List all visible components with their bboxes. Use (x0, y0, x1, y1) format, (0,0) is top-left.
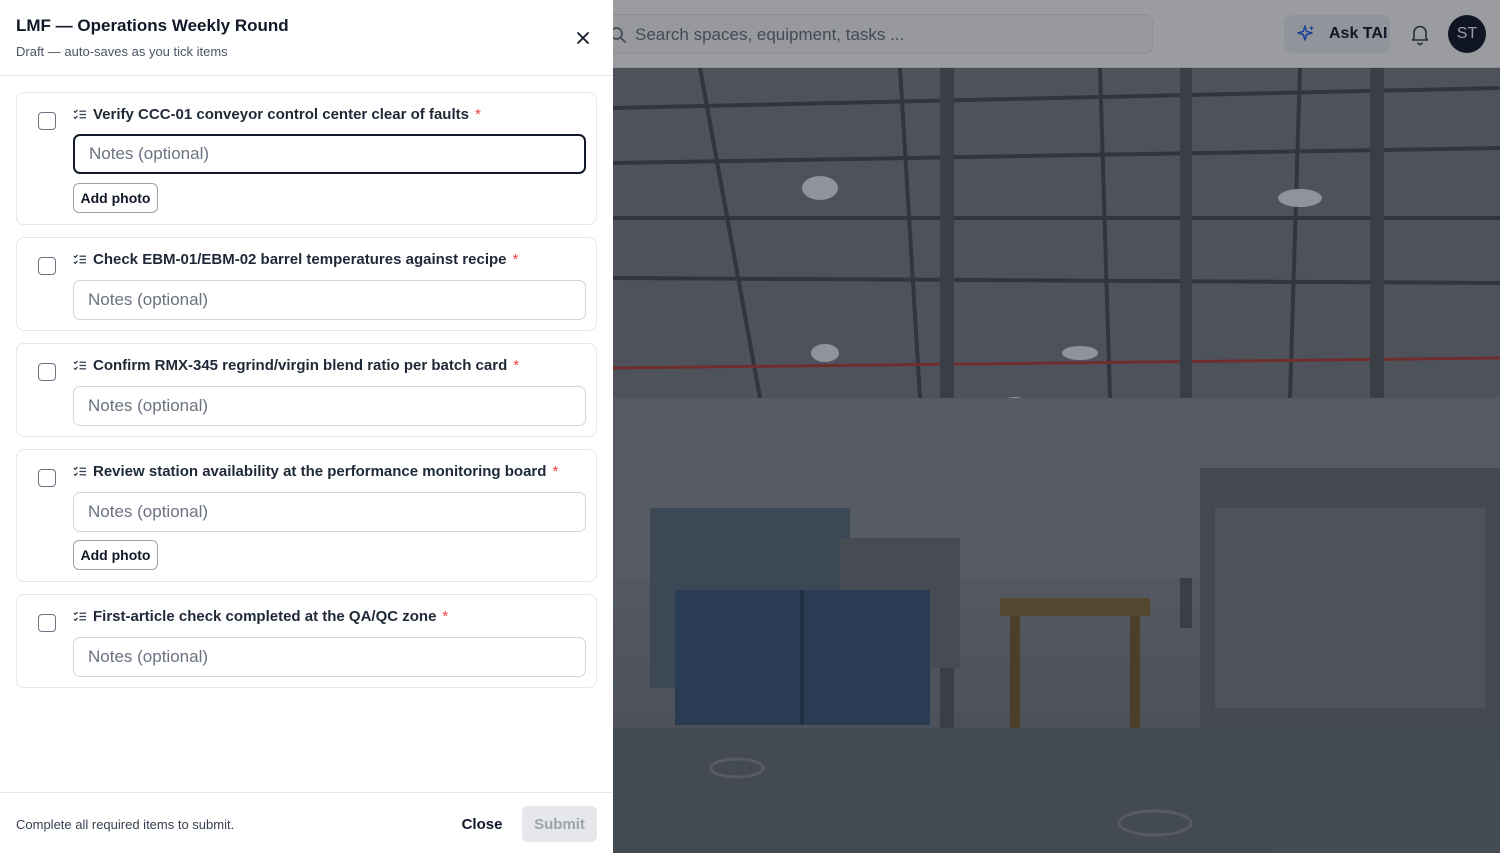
checklist-item: Verify CCC-01 conveyor control center cl… (16, 92, 597, 225)
checklist-item: Check EBM-01/EBM-02 barrel temperatures … (16, 237, 597, 331)
item-label: Check EBM-01/EBM-02 barrel temperatures … (93, 251, 519, 268)
notes-input[interactable] (73, 492, 586, 532)
required-marker: * (474, 106, 481, 123)
checklist-icon (73, 610, 87, 629)
notes-input[interactable] (73, 386, 586, 426)
checklist-icon (73, 108, 87, 127)
item-label: Verify CCC-01 conveyor control center cl… (93, 106, 481, 123)
checklist-icon (73, 359, 87, 378)
checklist-icon (73, 253, 87, 272)
notes-input[interactable] (73, 134, 586, 174)
notes-input[interactable] (73, 637, 586, 677)
item-label: Review station availability at the perfo… (93, 463, 559, 480)
drawer-footer: Complete all required items to submit. C… (0, 792, 613, 853)
submit-button[interactable]: Submit (522, 806, 597, 842)
checklist-item: Confirm RMX-345 regrind/virgin blend rat… (16, 343, 597, 437)
add-photo-button[interactable]: Add photo (73, 540, 158, 570)
checklist-drawer: LMF — Operations Weekly Round Draft — au… (0, 0, 613, 853)
item-label: First-article check completed at the QA/… (93, 608, 449, 625)
checklist-item: First-article check completed at the QA/… (16, 594, 597, 688)
checklist-icon (73, 465, 87, 484)
drawer-title: LMF — Operations Weekly Round (16, 16, 289, 35)
required-marker: * (512, 251, 519, 268)
drawer-subtitle: Draft — auto-saves as you tick items (16, 44, 228, 59)
add-photo-button[interactable]: Add photo (73, 183, 158, 213)
notes-input[interactable] (73, 280, 586, 320)
item-checkbox[interactable] (38, 363, 56, 381)
item-checkbox[interactable] (38, 112, 56, 130)
item-checkbox[interactable] (38, 257, 56, 275)
close-icon[interactable] (571, 26, 595, 50)
submit-hint: Complete all required items to submit. (16, 817, 235, 832)
item-checkbox[interactable] (38, 469, 56, 487)
item-checkbox[interactable] (38, 614, 56, 632)
close-button[interactable]: Close (446, 807, 518, 841)
required-marker: * (442, 608, 449, 625)
checklist-item: Review station availability at the perfo… (16, 449, 597, 582)
required-marker: * (552, 463, 559, 480)
drawer-header: LMF — Operations Weekly Round Draft — au… (0, 0, 613, 76)
required-marker: * (513, 357, 520, 374)
item-label: Confirm RMX-345 regrind/virgin blend rat… (93, 357, 520, 374)
